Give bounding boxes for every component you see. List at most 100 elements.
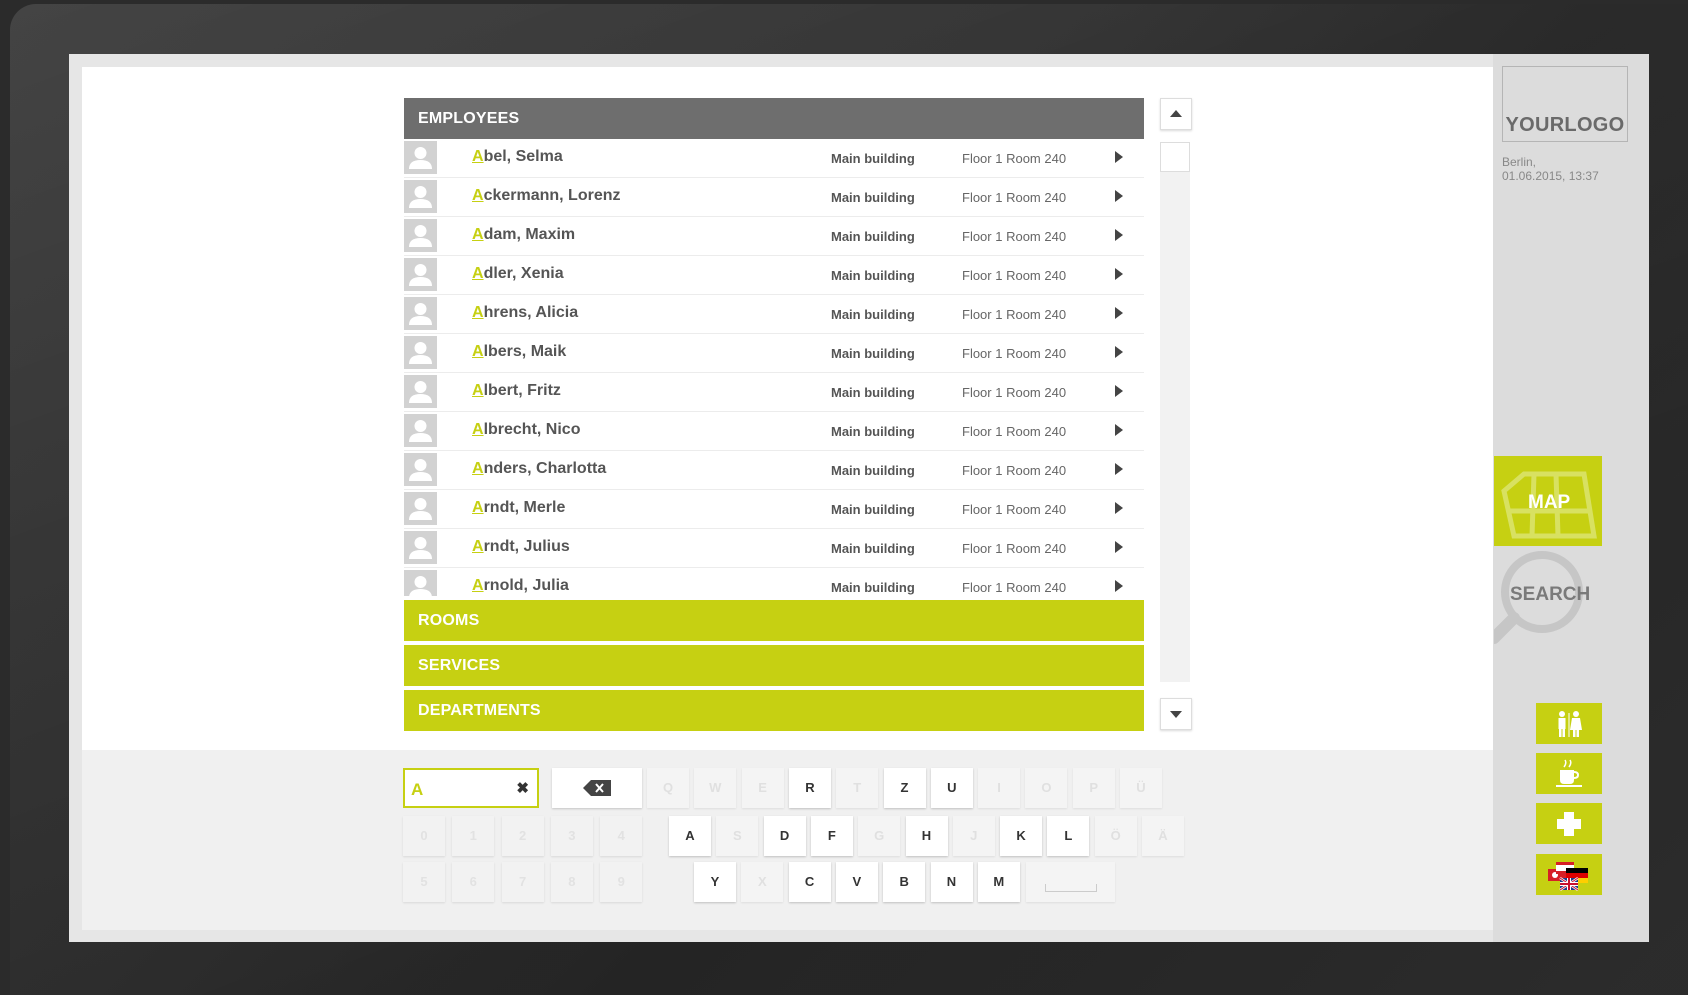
chevron-right-icon[interactable] (1115, 307, 1123, 319)
space-key[interactable] (1026, 862, 1115, 902)
name-match-letter: A (472, 265, 484, 282)
category-rooms[interactable]: ROOMS (404, 600, 1144, 641)
key-k[interactable]: K (1000, 816, 1043, 856)
key-j: J (952, 816, 995, 856)
chevron-right-icon[interactable] (1115, 502, 1123, 514)
key-x: X (741, 862, 784, 902)
list-item[interactable]: Albers, Maik Main building Floor 1 Room 24… (404, 334, 1144, 373)
employee-name: Adam, Maxim (472, 226, 575, 244)
key-e: E (741, 768, 784, 808)
chevron-right-icon[interactable] (1115, 541, 1123, 553)
scrollbar-track[interactable] (1160, 142, 1190, 682)
key-n[interactable]: N (930, 862, 973, 902)
employee-name: Arndt, Merle (472, 499, 565, 517)
name-match-letter: A (472, 421, 484, 438)
chevron-right-icon[interactable] (1115, 190, 1123, 202)
backspace-button[interactable] (552, 768, 642, 808)
employee-room: Floor 1 Room 240 (962, 190, 1067, 205)
avatar-icon (404, 375, 437, 408)
list-item[interactable]: Ahrens, Alicia Main building Floor 1 Room … (404, 295, 1144, 334)
key-l[interactable]: L (1047, 816, 1090, 856)
employee-name: Albers, Maik (472, 343, 566, 361)
chevron-right-icon[interactable] (1115, 268, 1123, 280)
scroll-up-button[interactable] (1160, 98, 1192, 130)
logo-text: YOURLOGO (1505, 114, 1625, 136)
list-item[interactable]: Abel, Selma Main building Floor 1 Room 240 (404, 139, 1144, 178)
chevron-right-icon[interactable] (1115, 229, 1123, 241)
first-aid-button[interactable] (1536, 803, 1602, 844)
clear-icon[interactable]: ✖ (516, 779, 529, 797)
category-employees[interactable]: EMPLOYEES (404, 98, 1144, 139)
key-a[interactable]: A (669, 816, 711, 856)
search-button[interactable]: SEARCH (1488, 548, 1624, 648)
employee-name: Albrecht, Nico (472, 421, 580, 439)
name-match-letter: A (472, 577, 484, 594)
chevron-right-icon[interactable] (1115, 346, 1123, 358)
category-departments[interactable]: DEPARTMENTS (404, 690, 1144, 731)
list-item[interactable]: Arnold, Julia Main building Floor 1 Room 2… (404, 568, 1144, 596)
map-button[interactable]: MAP (1494, 456, 1602, 546)
key-u[interactable]: U (930, 768, 973, 808)
backspace-icon (583, 780, 611, 796)
key-ö: Ö (1094, 816, 1137, 856)
employee-room: Floor 1 Room 240 (962, 229, 1067, 244)
logo: YOURLOGO (1502, 66, 1628, 142)
list-item[interactable]: Ackermann, Lorenz Main building Floor 1 Ro… (404, 178, 1144, 217)
chevron-right-icon[interactable] (1115, 424, 1123, 436)
employee-building: Main building (831, 268, 915, 283)
employee-building: Main building (831, 385, 915, 400)
employee-name: Arnold, Julia (472, 577, 569, 595)
key-c[interactable]: C (788, 862, 831, 902)
scroll-down-button[interactable] (1160, 698, 1192, 730)
list-item[interactable]: Adler, Xenia Main building Floor 1 Room 24… (404, 256, 1144, 295)
employee-building: Main building (831, 463, 915, 478)
key-z[interactable]: Z (883, 768, 926, 808)
list-item[interactable]: Anders, Charlotta Main building Floor 1 Ro… (404, 451, 1144, 490)
key-num2: 2 (501, 816, 544, 856)
search-field[interactable]: ✖ (403, 768, 539, 808)
employee-name: Arndt, Julius (472, 538, 570, 556)
list-item[interactable]: Albert, Fritz Main building Floor 1 Room 2… (404, 373, 1144, 412)
scrollbar-thumb[interactable] (1160, 142, 1190, 172)
key-m[interactable]: M (977, 862, 1020, 902)
key-s: S (716, 816, 759, 856)
location-city: Berlin, (1502, 155, 1537, 169)
key-v[interactable]: V (835, 862, 878, 902)
employee-room: Floor 1 Room 240 (962, 346, 1067, 361)
list-item[interactable]: Adam, Maxim Main building Floor 1 Room 240 (404, 217, 1144, 256)
chevron-right-icon[interactable] (1115, 580, 1123, 592)
employee-room: Floor 1 Room 240 (962, 502, 1067, 517)
employee-building: Main building (831, 346, 915, 361)
search-input[interactable] (409, 776, 513, 804)
chevron-right-icon[interactable] (1115, 463, 1123, 475)
key-num3: 3 (550, 816, 593, 856)
key-f[interactable]: F (810, 816, 853, 856)
key-y[interactable]: Y (694, 862, 736, 902)
key-ä: Ä (1142, 816, 1184, 856)
list-item[interactable]: Albrecht, Nico Main building Floor 1 Room … (404, 412, 1144, 451)
list-item[interactable]: Arndt, Merle Main building Floor 1 Room 24… (404, 490, 1144, 529)
avatar-icon (404, 531, 437, 564)
map-label: MAP (1528, 492, 1571, 513)
key-num0: 0 (403, 816, 445, 856)
employee-building: Main building (831, 580, 915, 595)
key-num9: 9 (600, 862, 643, 902)
key-h[interactable]: H (905, 816, 948, 856)
chevron-right-icon[interactable] (1115, 385, 1123, 397)
name-match-letter: A (472, 343, 484, 360)
list-item[interactable]: Arndt, Julius Main building Floor 1 Room 2… (404, 529, 1144, 568)
language-button[interactable] (1536, 854, 1602, 895)
chevron-right-icon[interactable] (1115, 151, 1123, 163)
category-services[interactable]: SERVICES (404, 645, 1144, 686)
location-datetime: Berlin, 01.06.2015, 13:37 (1502, 155, 1599, 183)
restroom-button[interactable] (1536, 703, 1602, 744)
employee-room: Floor 1 Room 240 (962, 463, 1067, 478)
avatar-icon (404, 297, 437, 330)
key-d[interactable]: D (763, 816, 806, 856)
datetime: 01.06.2015, 13:37 (1502, 169, 1599, 183)
employee-building: Main building (831, 307, 915, 322)
employee-building: Main building (831, 502, 915, 517)
key-r[interactable]: R (788, 768, 831, 808)
key-b[interactable]: B (883, 862, 926, 902)
cafe-button[interactable] (1536, 753, 1602, 794)
